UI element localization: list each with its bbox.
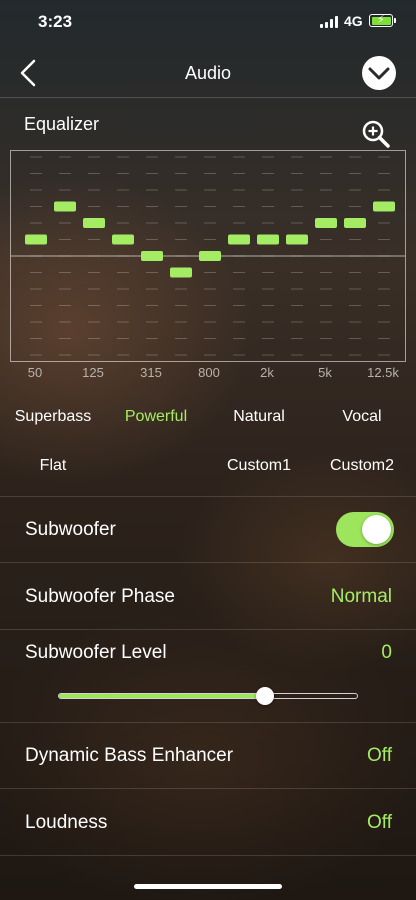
toggle-knob (362, 515, 391, 544)
eq-band-handle[interactable] (112, 234, 134, 245)
preset-flat[interactable]: Flat (40, 457, 67, 475)
subwoofer-label: Subwoofer (25, 519, 116, 540)
dynamic-bass-value[interactable]: Off (367, 745, 392, 767)
subwoofer-toggle[interactable] (336, 512, 394, 547)
zoom-button[interactable] (360, 118, 392, 150)
subwoofer-level-slider[interactable] (58, 687, 358, 705)
divider (0, 855, 416, 856)
eq-band-handle[interactable] (373, 201, 395, 212)
loudness-label: Loudness (25, 812, 108, 833)
slider-thumb[interactable] (255, 687, 274, 705)
preset-powerful[interactable]: Powerful (125, 408, 187, 426)
eq-band-handle[interactable] (286, 234, 308, 245)
battery-icon: ⚡ (369, 14, 396, 27)
eq-band-handle[interactable] (199, 251, 221, 261)
slider-fill (59, 694, 265, 698)
dynamic-bass-label: Dynamic Bass Enhancer (25, 745, 234, 766)
page-title: Audio (184, 63, 232, 83)
eq-band-handle[interactable] (83, 218, 105, 228)
eq-band-handle[interactable] (315, 218, 337, 228)
preset-custom2[interactable]: Custom2 (330, 457, 394, 475)
equalizer-graph[interactable] (10, 150, 406, 362)
eq-frequency-label: 800 (198, 365, 220, 380)
zoom-in-icon (362, 120, 390, 148)
eq-band-handle[interactable] (25, 234, 47, 245)
eq-frequency-label: 12.5k (367, 365, 399, 380)
chevron-down-icon (368, 67, 390, 80)
divider (0, 629, 416, 630)
equalizer-title: Equalizer (24, 114, 100, 134)
divider (0, 722, 416, 723)
cellular-signal-icon (320, 15, 340, 28)
preset-natural[interactable]: Natural (233, 408, 285, 426)
eq-frequency-label: 315 (140, 365, 162, 380)
eq-frequency-label: 2k (260, 365, 274, 380)
loudness-value[interactable]: Off (367, 812, 392, 834)
preset-custom1[interactable]: Custom1 (227, 457, 291, 475)
network-type: 4G (344, 13, 363, 29)
eq-frequency-label: 5k (318, 365, 332, 380)
subwoofer-phase-value[interactable]: Normal (331, 586, 392, 608)
divider (0, 496, 416, 497)
preset-vocal[interactable]: Vocal (342, 408, 381, 426)
divider (0, 788, 416, 789)
status-bar: 3:23 4G ⚡ (0, 0, 416, 44)
eq-band-handle[interactable] (257, 234, 279, 245)
nav-bar: Audio (0, 48, 416, 98)
home-indicator[interactable] (134, 884, 282, 889)
status-time: 3:23 (38, 12, 73, 31)
subwoofer-level-label: Subwoofer Level (25, 642, 167, 663)
subwoofer-level-value: 0 (381, 642, 392, 663)
eq-band-handle[interactable] (54, 201, 76, 212)
eq-frequency-label: 125 (82, 365, 104, 380)
divider (0, 562, 416, 563)
confirm-button[interactable] (362, 56, 396, 90)
eq-band-handle[interactable] (344, 218, 366, 228)
subwoofer-phase-label: Subwoofer Phase (25, 586, 175, 607)
eq-band-handle[interactable] (228, 234, 250, 245)
eq-frequency-label: 50 (27, 365, 43, 380)
preset-superbass[interactable]: Superbass (15, 408, 92, 426)
eq-band-handle[interactable] (141, 251, 163, 261)
eq-band-handle[interactable] (170, 267, 192, 278)
